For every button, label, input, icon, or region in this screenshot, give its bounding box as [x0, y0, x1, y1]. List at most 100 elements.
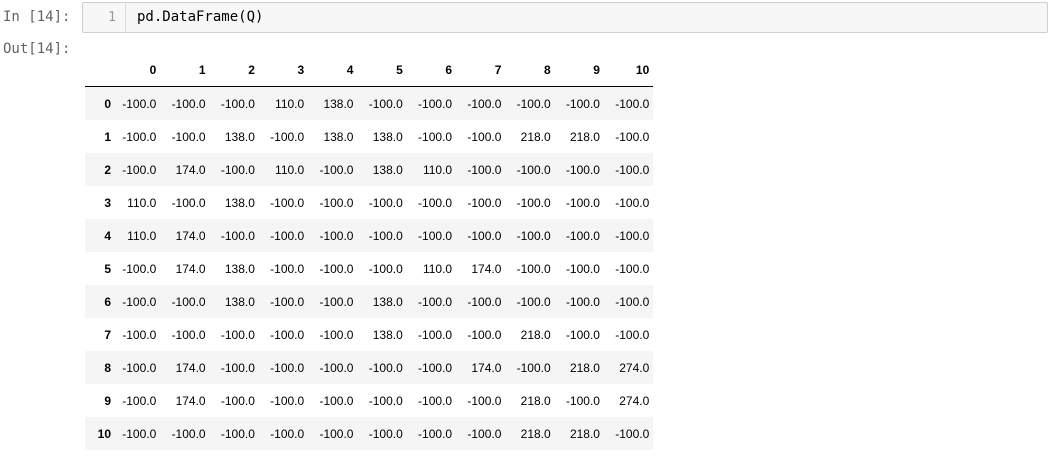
table-row: 2 -100.0 174.0 -100.0 110.0 -100.0 138.0 110.0-… — [85, 153, 654, 186]
table-cell: -100.0 — [122, 393, 157, 408]
table-cell: -100.0 — [565, 162, 600, 177]
table-cell: -100.0 — [122, 129, 157, 144]
table-cell: -100.0 — [418, 129, 453, 144]
table-cell: -100.0 — [319, 426, 354, 441]
row-index-label: 7 — [104, 327, 111, 342]
table-cell: 218.0 — [569, 360, 600, 375]
table-cell: -100.0 — [122, 294, 157, 309]
table-cell: -100.0 — [220, 360, 255, 375]
table-cell: -100.0 — [368, 228, 403, 243]
table-cell: -100.0 — [418, 294, 453, 309]
table-cell: -100.0 — [565, 327, 600, 342]
column-header: 4 — [308, 54, 358, 87]
table-cell: -100.0 — [565, 228, 600, 243]
line-number: 1 — [108, 10, 116, 25]
table-cell: -100.0 — [615, 327, 650, 342]
column-header: 3 — [258, 54, 309, 87]
table-cell: 274.0 — [619, 393, 650, 408]
table-row: 6 -100.0 -100.0 138.0 -100.0 -100.0 138.0 -100.… — [85, 285, 654, 318]
code-editor-text[interactable]: pd.DataFrame(Q) — [137, 9, 263, 25]
table-cell: -100.0 — [418, 426, 453, 441]
line-number-gutter: 1 — [83, 3, 126, 32]
row-index-label: 0 — [104, 96, 111, 111]
table-cell: 138.0 — [323, 96, 354, 111]
table-cell: 138.0 — [372, 129, 403, 144]
table-row: 5 -100.0 174.0 138.0 -100.0 -100.0 -100.0 110.0… — [85, 252, 653, 285]
table-cell: 138.0 — [224, 261, 255, 276]
table-cell: -100.0 — [467, 393, 502, 408]
column-header: 1 — [160, 54, 210, 87]
table-cell: 110.0 — [275, 162, 305, 177]
column-header: 5 — [357, 54, 407, 87]
table-cell: 110.0 — [422, 261, 453, 276]
table-cell: -100.0 — [467, 426, 502, 441]
table-row: 1 -100.0 -100.0 138.0 -100.0 138.0 138.0 -100.0… — [85, 120, 653, 153]
table-cell: -100.0 — [220, 393, 255, 408]
table-cell: 138.0 — [372, 294, 403, 309]
column-header: 10 — [603, 54, 654, 87]
table-cell: 174.0 — [471, 360, 502, 375]
table-cell: 174.0 — [175, 360, 206, 375]
table-cell: -100.0 — [368, 96, 403, 111]
table-cell: -100.0 — [270, 195, 305, 210]
table-cell: 174.0 — [175, 228, 206, 243]
table-cell: -100.0 — [171, 327, 206, 342]
table-cell: -100.0 — [368, 360, 403, 375]
table-cell: -100.0 — [270, 129, 305, 144]
row-index-label: 9 — [104, 393, 111, 408]
table-cell: -100.0 — [220, 327, 255, 342]
table-cell: -100.0 — [565, 195, 600, 210]
table-cell: -100.0 — [171, 129, 206, 144]
table-cell: 174.0 — [175, 162, 206, 177]
table-row: 10 -100.0 -100.0 -100.0 -100.0 -100.0 -100.0 -1… — [85, 417, 654, 450]
table-cell: 138.0 — [224, 294, 255, 309]
table-cell: 218.0 — [520, 426, 551, 441]
table-cell: -100.0 — [122, 327, 157, 342]
table-cell: -100.0 — [467, 162, 502, 177]
table-cell: 274.0 — [619, 360, 650, 375]
table-cell: 218.0 — [569, 426, 600, 441]
table-cell: -100.0 — [122, 96, 157, 111]
table-cell: -100.0 — [467, 129, 502, 144]
code-input-area[interactable]: 1 pd.DataFrame(Q) — [82, 2, 1048, 33]
table-cell: -100.0 — [418, 360, 453, 375]
row-index-label: 1 — [104, 129, 111, 144]
table-cell: -100.0 — [171, 426, 206, 441]
table-cell: 138.0 — [224, 129, 255, 144]
table-row: 9 -100.0 174.0 -100.0 -100.0 -100.0 -100.0 -100… — [85, 384, 653, 417]
index-header-corner — [85, 54, 111, 87]
table-cell: 110.0 — [127, 228, 157, 243]
table-cell: -100.0 — [319, 393, 354, 408]
table-cell: 110.0 — [422, 162, 453, 177]
table-cell: -100.0 — [615, 195, 650, 210]
table-row: 7 -100.0 -100.0 -100.0 -100.0 -100.0 138.0 -100… — [85, 318, 653, 351]
table-cell: -100.0 — [615, 96, 650, 111]
table-cell: -100.0 — [122, 360, 157, 375]
table-row: 4 110.0 174.0 -100.0 -100.0 -100.0 -100.0 -100.… — [85, 219, 654, 252]
row-index-label: 10 — [97, 426, 111, 441]
table-cell: -100.0 — [122, 426, 157, 441]
table-cell: -100.0 — [615, 228, 650, 243]
table-cell: 218.0 — [569, 129, 600, 144]
column-header: 0 — [111, 54, 161, 87]
row-index-label: 6 — [104, 294, 111, 309]
column-header: 2 — [209, 54, 259, 87]
table-cell: -100.0 — [565, 261, 600, 276]
table-cell: 174.0 — [471, 261, 502, 276]
table-cell: -100.0 — [565, 96, 600, 111]
table-cell: -100.0 — [270, 393, 305, 408]
table-cell: -100.0 — [615, 294, 650, 309]
table-header-row: 0 1 2 3 4 5 6 7 8 9 10 — [85, 54, 654, 87]
table-cell: 174.0 — [175, 261, 206, 276]
table-cell: 110.0 — [127, 195, 157, 210]
table-row: 0 -100.0 -100.0 -100.0 110.0 138.0 -100.0 -100.… — [85, 86, 654, 120]
table-cell: -100.0 — [220, 426, 255, 441]
table-cell: -100.0 — [418, 393, 453, 408]
table-cell: -100.0 — [368, 261, 403, 276]
table-cell: -100.0 — [270, 327, 305, 342]
table-cell: -100.0 — [319, 228, 354, 243]
table-cell: -100.0 — [467, 228, 502, 243]
column-header: 9 — [554, 54, 604, 87]
table-cell: -100.0 — [319, 327, 354, 342]
table-cell: -100.0 — [171, 294, 206, 309]
